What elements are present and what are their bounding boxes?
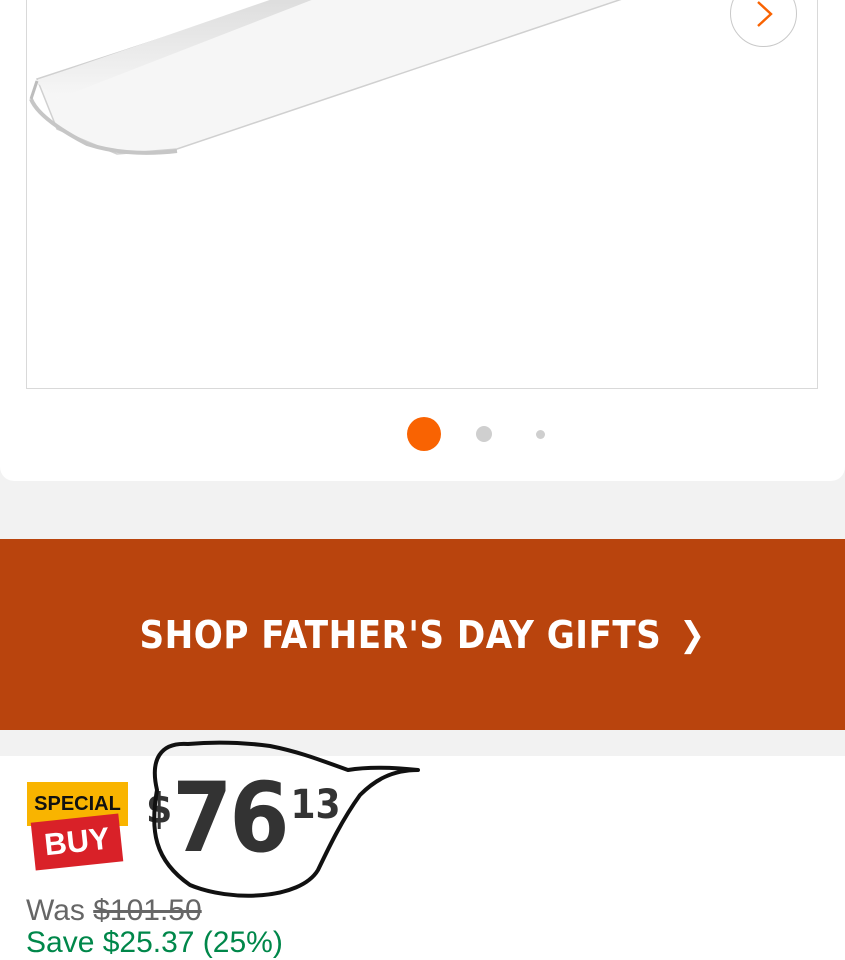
product-image-gallery <box>0 0 845 481</box>
badge-buy-text: BUY <box>30 813 124 871</box>
carousel-dot-3[interactable] <box>536 430 545 439</box>
price-cents: 13 <box>290 782 341 828</box>
chevron-right-icon: ❯ <box>679 614 706 655</box>
current-price: $ 76 13 <box>146 770 341 866</box>
special-buy-badge: SPECIAL BUY <box>27 782 128 871</box>
chevron-right-icon <box>756 0 773 27</box>
fathers-day-promo-banner[interactable]: SHOP FATHER'S DAY GIFTS ❯ <box>0 539 845 730</box>
carousel-dot-2[interactable] <box>476 426 492 442</box>
price-currency: $ <box>146 784 173 833</box>
promo-label: SHOP FATHER'S DAY GIFTS <box>139 612 662 657</box>
product-image[interactable] <box>26 0 818 389</box>
ceiling-light-image <box>29 0 622 155</box>
price-dollars: 76 <box>172 762 289 874</box>
savings-text: Save $25.37 (25%) <box>26 926 283 959</box>
was-price-line: Was $101.50 <box>26 894 202 928</box>
was-label: Was <box>26 894 94 927</box>
carousel-dot-1[interactable] <box>407 417 441 451</box>
was-price: $101.50 <box>93 894 202 927</box>
